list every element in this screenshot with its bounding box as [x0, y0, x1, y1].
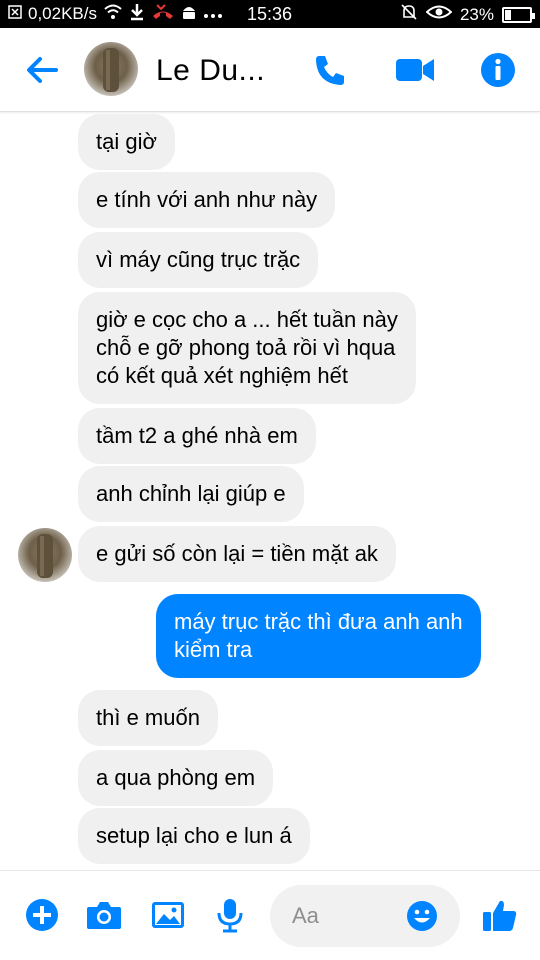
- incoming-message[interactable]: setup lại cho e lun á: [78, 808, 310, 864]
- plus-icon[interactable]: [22, 895, 62, 935]
- more-dots-icon: [203, 4, 223, 24]
- back-arrow-icon[interactable]: [22, 50, 62, 90]
- incoming-message[interactable]: e tính với anh như này: [78, 172, 336, 228]
- incoming-message[interactable]: thì e muốn: [78, 690, 218, 746]
- contact-avatar[interactable]: [84, 42, 138, 96]
- incoming-message[interactable]: tại giờ: [78, 114, 175, 170]
- contact-name[interactable]: Le Du...: [156, 54, 265, 88]
- android-icon: [181, 3, 197, 26]
- clock: 15:36: [247, 4, 293, 24]
- incoming-message[interactable]: tầm t2 a ghé nhà em: [78, 408, 316, 464]
- video-icon[interactable]: [394, 50, 434, 90]
- eye-icon: [425, 4, 453, 25]
- incoming-message[interactable]: giờ e cọc cho a ... hết tuần này chỗ e g…: [78, 292, 416, 404]
- sender-avatar[interactable]: [18, 528, 72, 582]
- download-icon: [129, 3, 145, 26]
- message-input-placeholder: Aa: [292, 903, 319, 928]
- battery-icon: [502, 6, 535, 23]
- gallery-icon[interactable]: [148, 895, 188, 935]
- incoming-message[interactable]: vì máy cũng trục trặc: [78, 232, 319, 288]
- composer-bar: Aa: [0, 870, 540, 960]
- info-icon[interactable]: [478, 50, 518, 90]
- notification-x-icon: [8, 4, 22, 24]
- net-speed: 0,02KB/s: [28, 4, 97, 23]
- battery-percent: 23%: [459, 4, 494, 24]
- camera-icon[interactable]: [84, 895, 124, 935]
- outgoing-message[interactable]: máy trục trặc thì đưa anh anh kiểm tra: [156, 594, 481, 678]
- message-input[interactable]: Aa: [270, 885, 460, 947]
- emoji-icon[interactable]: [406, 900, 438, 932]
- wifi-icon: [103, 4, 123, 25]
- incoming-message[interactable]: a qua phòng em: [78, 750, 274, 806]
- status-bar: 0,02KB/s 15:36 23%: [0, 0, 540, 28]
- alarm-off-icon: [400, 3, 418, 26]
- phone-icon[interactable]: [310, 50, 350, 90]
- message-list[interactable]: tại giờ e tính với anh như này vì máy cũ…: [0, 112, 540, 870]
- incoming-message[interactable]: e gửi số còn lại = tiền mặt ak: [78, 526, 396, 582]
- conversation-header: Le Du...: [0, 28, 540, 112]
- mic-icon[interactable]: [210, 895, 250, 935]
- incoming-message[interactable]: anh chỉnh lại giúp e: [78, 466, 304, 522]
- like-icon[interactable]: [480, 895, 520, 935]
- missed-call-icon: [151, 3, 175, 26]
